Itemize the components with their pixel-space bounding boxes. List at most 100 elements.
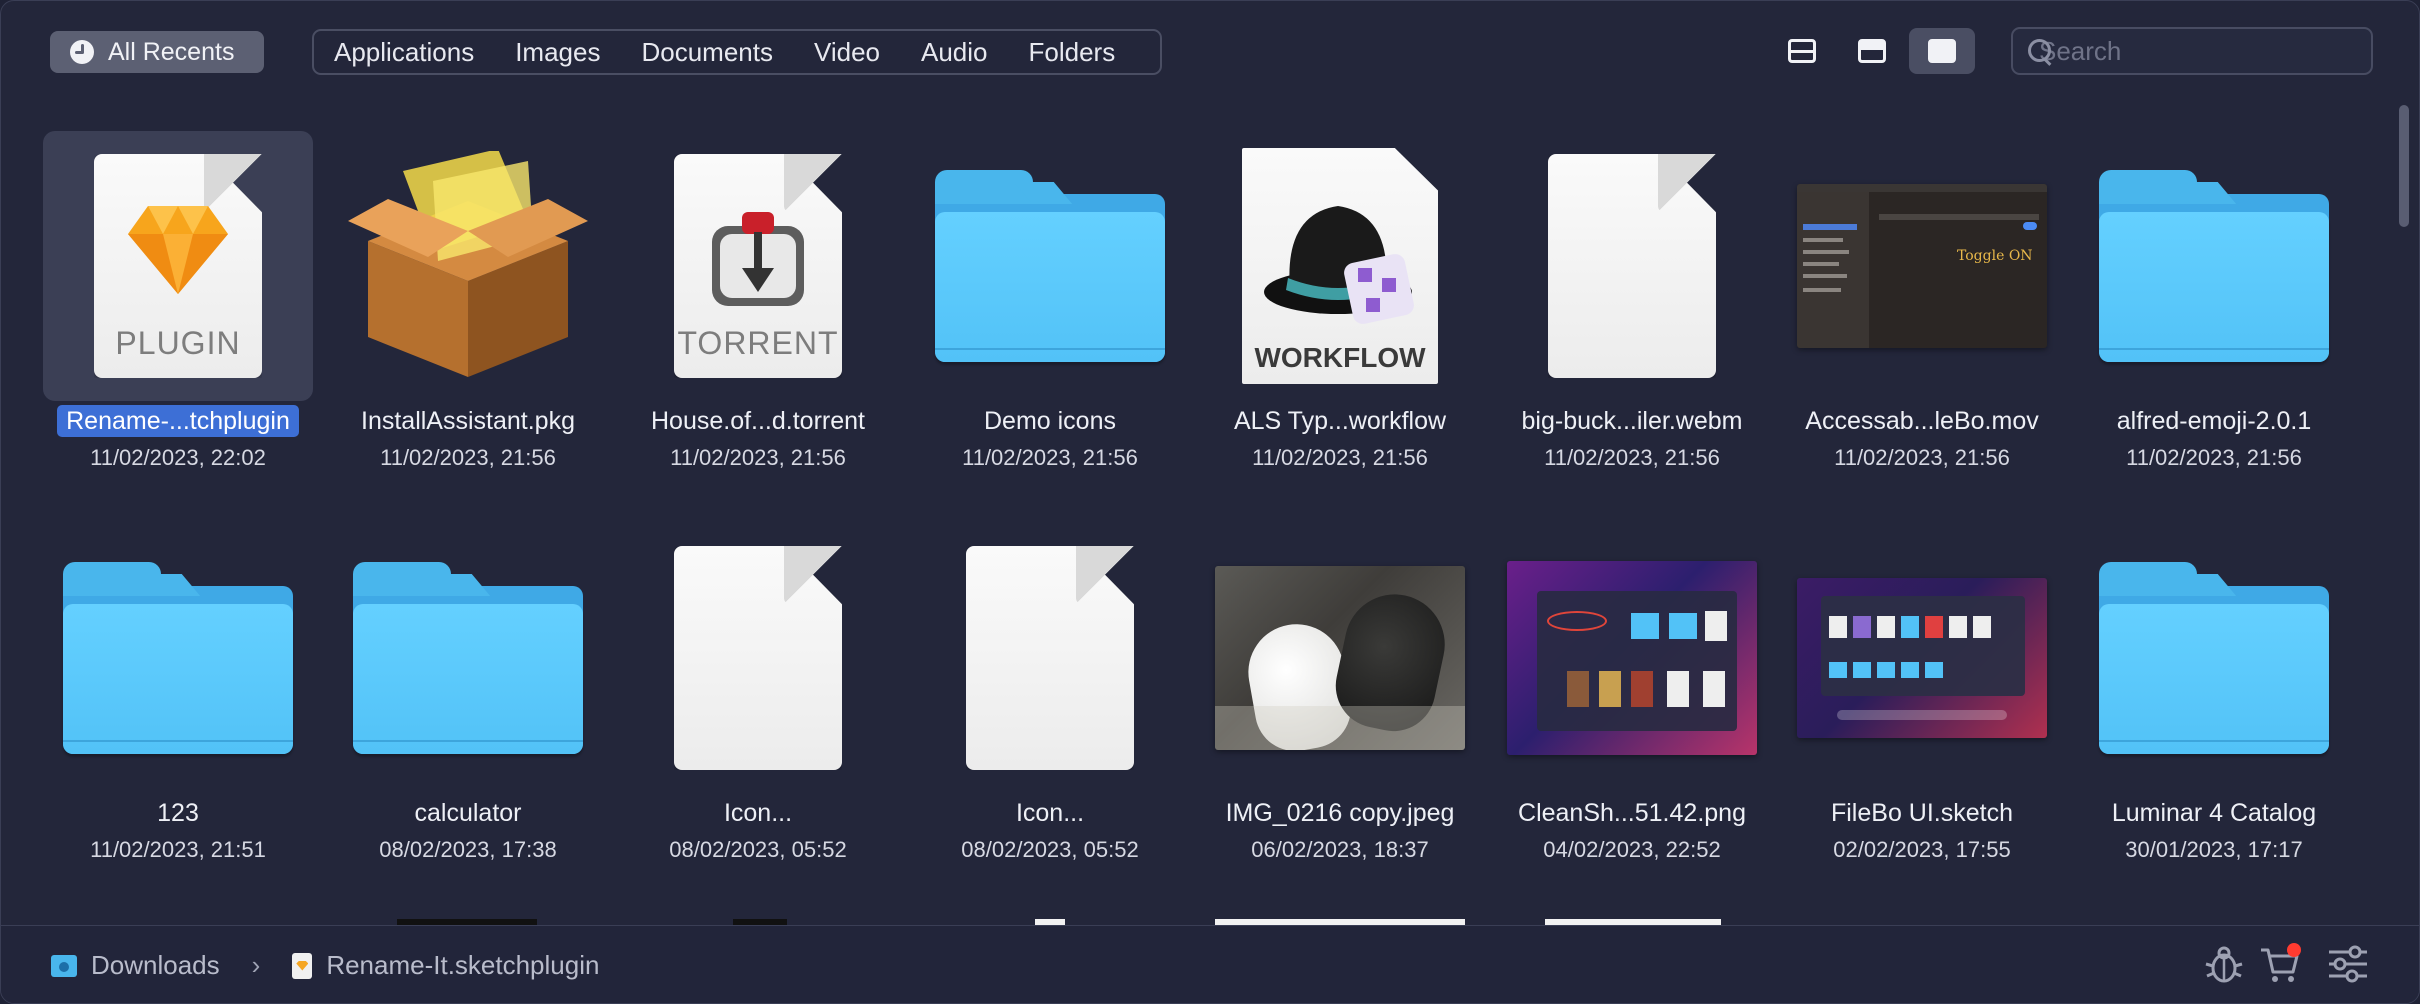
file-name[interactable]: Icon... bbox=[598, 799, 918, 828]
plugin-label: PLUGIN bbox=[115, 325, 241, 361]
photo-image bbox=[1215, 566, 1465, 750]
torrent-file-icon: TORRENT bbox=[674, 154, 842, 378]
file-item[interactable]: TORRENT House.of...d.torrent 11/02/2023,… bbox=[623, 109, 893, 470]
file-thumbnail: PLUGIN bbox=[43, 131, 313, 401]
filter-applications[interactable]: Applications bbox=[334, 37, 474, 68]
file-name[interactable]: IMG_0216 copy.jpeg bbox=[1180, 799, 1500, 828]
workflow-label: WORKFLOW bbox=[1254, 342, 1426, 373]
workflow-file-icon: WORKFLOW bbox=[1242, 148, 1438, 384]
video-preview-image: Toggle ON bbox=[1797, 184, 2047, 348]
vertical-scrollbar[interactable] bbox=[2393, 101, 2415, 921]
notification-badge bbox=[2287, 943, 2301, 957]
file-date: 11/02/2023, 21:56 bbox=[670, 445, 846, 470]
alfred-hat-icon bbox=[1264, 206, 1414, 324]
list-view-button[interactable] bbox=[1769, 28, 1835, 74]
file-name[interactable]: House.of...d.torrent bbox=[598, 407, 918, 436]
file-name[interactable]: CleanSh...51.42.png bbox=[1472, 799, 1792, 828]
file-date: 08/02/2023, 05:52 bbox=[961, 837, 1139, 862]
file-thumbnail bbox=[1497, 523, 1767, 793]
file-date: 11/02/2023, 22:02 bbox=[90, 445, 266, 470]
file-date: 11/02/2023, 21:56 bbox=[1834, 445, 2010, 470]
search-input[interactable] bbox=[2039, 35, 2374, 67]
file-name[interactable]: Icon... bbox=[890, 799, 1210, 828]
file-date: 11/02/2023, 21:56 bbox=[380, 445, 556, 470]
file-name[interactable]: Rename-...tchplugin bbox=[18, 405, 338, 437]
file-item[interactable]: alfred-emoji-2.0.1 11/02/2023, 21:56 bbox=[2079, 109, 2349, 470]
file-date: 02/02/2023, 17:55 bbox=[1833, 837, 2011, 862]
folder-icon bbox=[2099, 562, 2329, 754]
file-thumbnail bbox=[623, 523, 893, 793]
filter-bar: Applications Images Documents Video Audi… bbox=[312, 29, 1162, 75]
torrent-icon bbox=[712, 212, 804, 306]
filter-video[interactable]: Video bbox=[814, 37, 880, 68]
file-item[interactable]: IMG_0216 copy.jpeg 06/02/2023, 18:37 bbox=[1205, 501, 1475, 862]
file-item[interactable]: big-buck...iler.webm 11/02/2023, 21:56 bbox=[1497, 109, 1767, 470]
clock-icon bbox=[70, 40, 94, 64]
status-bar: Downloads › Rename-It.sketchplugin bbox=[1, 925, 2419, 1003]
list-view-icon bbox=[1788, 39, 1816, 63]
sketch-diamond-icon bbox=[128, 206, 228, 294]
breadcrumb-downloads[interactable]: Downloads bbox=[91, 950, 220, 981]
chevron-right-icon: › bbox=[251, 950, 261, 980]
file-name[interactable]: Demo icons bbox=[890, 407, 1210, 436]
app-window: All Recents Applications Images Document… bbox=[0, 0, 2420, 1004]
file-name[interactable]: FileBo UI.sketch bbox=[1762, 799, 2082, 828]
bug-icon[interactable] bbox=[2201, 941, 2247, 987]
file-thumbnail bbox=[1787, 523, 2057, 793]
file-item[interactable]: Icon... 08/02/2023, 05:52 bbox=[623, 501, 893, 862]
split-view-button[interactable] bbox=[1839, 28, 1905, 74]
file-name[interactable]: InstallAssistant.pkg bbox=[308, 407, 628, 436]
filter-audio[interactable]: Audio bbox=[921, 37, 988, 68]
file-name[interactable]: alfred-emoji-2.0.1 bbox=[2054, 407, 2374, 436]
file-item[interactable]: InstallAssistant.pkg 11/02/2023, 21:56 bbox=[333, 109, 603, 470]
file-name[interactable]: Accessab...leBo.mov bbox=[1762, 407, 2082, 436]
file-thumbnail: Toggle ON bbox=[1787, 131, 2057, 401]
file-item[interactable]: calculator 08/02/2023, 17:38 bbox=[333, 501, 603, 862]
all-recents-button[interactable]: All Recents bbox=[50, 31, 264, 73]
file-name[interactable]: 123 bbox=[18, 799, 338, 828]
file-thumbnail bbox=[1205, 523, 1475, 793]
blank-document-icon bbox=[674, 546, 842, 770]
filter-folders[interactable]: Folders bbox=[1029, 37, 1116, 68]
file-item[interactable]: FileBo UI.sketch 02/02/2023, 17:55 bbox=[1787, 501, 2057, 862]
cart-icon[interactable] bbox=[2257, 941, 2303, 987]
file-name[interactable]: calculator bbox=[308, 799, 628, 828]
settings-sliders-icon[interactable] bbox=[2325, 941, 2371, 987]
file-item[interactable]: Luminar 4 Catalog 30/01/2023, 17:17 bbox=[2079, 501, 2349, 862]
blank-document-icon bbox=[966, 546, 1134, 770]
file-thumbnail: TORRENT bbox=[623, 131, 893, 401]
folder-icon bbox=[935, 170, 1165, 362]
file-thumbnail bbox=[43, 523, 313, 793]
file-date: 08/02/2023, 17:38 bbox=[379, 837, 557, 862]
folder-icon bbox=[2099, 170, 2329, 362]
file-name[interactable]: Luminar 4 Catalog bbox=[2054, 799, 2374, 828]
icon-view-button[interactable] bbox=[1909, 28, 1975, 74]
sketch-preview-image bbox=[1797, 578, 2047, 738]
toggle-on-annotation: Toggle ON bbox=[1957, 248, 2033, 264]
filter-images[interactable]: Images bbox=[515, 37, 600, 68]
file-thumbnail: WORKFLOW bbox=[1205, 131, 1475, 401]
file-item[interactable]: CleanSh...51.42.png 04/02/2023, 22:52 bbox=[1497, 501, 1767, 862]
file-item[interactable]: Demo icons 11/02/2023, 21:56 bbox=[915, 109, 1185, 470]
file-thumbnail bbox=[915, 523, 1185, 793]
file-name[interactable]: big-buck...iler.webm bbox=[1472, 407, 1792, 436]
file-date: 11/02/2023, 21:51 bbox=[90, 837, 266, 862]
file-item[interactable]: 123 11/02/2023, 21:51 bbox=[43, 501, 313, 862]
search-box[interactable] bbox=[2011, 27, 2374, 75]
file-item[interactable]: WORKFLOW ALS Typ...workflow 11/02/2023, … bbox=[1205, 109, 1475, 470]
filter-documents[interactable]: Documents bbox=[641, 37, 773, 68]
scrollbar-thumb[interactable] bbox=[2399, 105, 2409, 227]
file-item[interactable]: Toggle ON Accessab...leBo.mov 11/02/2023… bbox=[1787, 109, 2057, 470]
file-item[interactable]: PLUGIN Rename-...tchplugin 11/02/2023, 2… bbox=[43, 109, 313, 470]
file-item[interactable]: Icon... 08/02/2023, 05:52 bbox=[915, 501, 1185, 862]
screenshot-image bbox=[1507, 561, 1757, 755]
file-date: 06/02/2023, 18:37 bbox=[1251, 837, 1429, 862]
file-date: 08/02/2023, 05:52 bbox=[669, 837, 847, 862]
file-name[interactable]: ALS Typ...workflow bbox=[1180, 407, 1500, 436]
file-date: 11/02/2023, 21:56 bbox=[1252, 445, 1428, 470]
toolbar: All Recents Applications Images Document… bbox=[1, 1, 2419, 105]
breadcrumb-file[interactable]: Rename-It.sketchplugin bbox=[326, 950, 599, 981]
icon-view-icon bbox=[1928, 39, 1956, 63]
plugin-file-mini-icon bbox=[292, 952, 313, 979]
file-thumbnail bbox=[2079, 523, 2349, 793]
